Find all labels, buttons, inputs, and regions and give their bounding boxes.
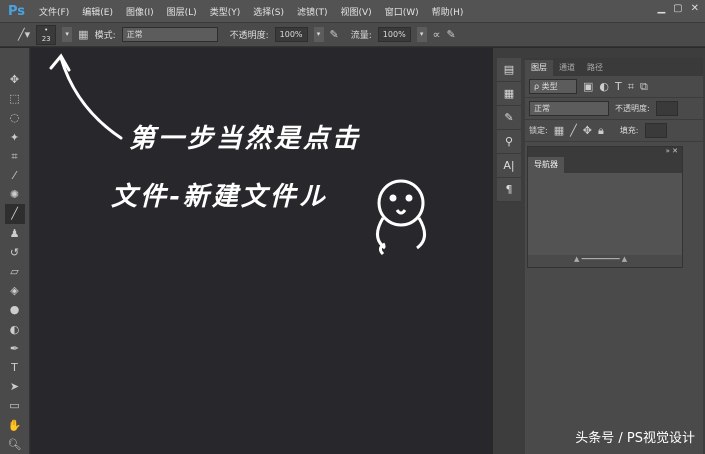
menu-layer[interactable]: 图层(L) [167,5,197,18]
clone-source-panel-icon[interactable]: ⚲ [497,130,521,154]
dodge-tool-icon[interactable]: ◐ [5,320,25,339]
menu-view[interactable]: 视图(V) [341,5,372,18]
zoom-tool-icon[interactable]: 🔍︎ [5,435,25,454]
fill-label: 填充: [619,126,639,135]
eyedropper-tool-icon[interactable]: ⁄ [5,166,25,185]
lock-image-icon[interactable]: ╱ [570,124,577,137]
marquee-tool-icon[interactable]: ⬚ [5,89,25,108]
navigator-collapse-icon[interactable]: » ✕ [528,147,682,157]
paragraph-panel-icon[interactable]: ¶ [497,178,521,202]
navigator-panel: » ✕ 导航器 ▲ ━━━━━━━━━ ▲ [527,146,683,268]
filter-smart-object-icon[interactable]: ⧉ [640,80,648,94]
photoshop-logo: Ps [8,3,26,19]
flow-label: 流量: [350,31,372,41]
tools-panel: ✥ ⬚ ◌ ✦ ⌗ ⁄ ✺ ╱ ♟ ↺ ▱ ◈ ● ◐ ✒ T ➤ ▭ ✋ 🔍︎ [0,48,30,454]
pressure-size-icon[interactable]: ✎ [447,28,456,41]
pen-tool-icon[interactable]: ✒ [5,339,25,358]
lasso-tool-icon[interactable]: ◌ [5,108,25,127]
panel-dock: ▤ ▦ ✎ ⚲ A| ¶ 图层 通道 路径 ρ 类型 ▣ ◐ T ⌗ ⧉ 正常 … [493,48,705,454]
tab-navigator[interactable]: 导航器 [528,157,564,173]
mode-select[interactable]: 正常 [121,27,218,42]
blur-tool-icon[interactable]: ● [5,300,25,319]
character-panel-icon[interactable]: A| [497,154,521,178]
flow-dropdown[interactable]: ▾ [416,27,427,42]
clone-stamp-tool-icon[interactable]: ♟ [5,224,25,243]
menu-select[interactable]: 选择(S) [253,5,284,18]
annotation-line-1: 第一步当然是点击 [129,124,362,154]
brush-panel-icon[interactable]: ▦ [78,28,88,41]
minimize-icon[interactable]: ▁ [657,3,665,14]
blend-mode-select[interactable]: 正常 [529,101,609,116]
layers-panel: 图层 通道 路径 ρ 类型 ▣ ◐ T ⌗ ⧉ 正常 不透明度: 锁定: ▦ ╱… [525,58,703,454]
annotation-line-2: 文件-新建文件ル [111,182,328,212]
pressure-opacity-icon[interactable]: ✎ [330,28,339,41]
brush-tool-icon[interactable]: ╱ [4,204,25,224]
lock-position-icon[interactable]: ✥ [583,124,592,137]
menu-edit[interactable]: 编辑(E) [82,5,113,18]
brush-size-value: 23 [41,34,51,43]
shape-tool-icon[interactable]: ▭ [5,396,25,415]
menu-file[interactable]: 文件(F) [39,5,69,18]
mode-label: 模式: [94,31,116,41]
tab-layers[interactable]: 图层 [525,60,553,76]
lock-label: 锁定: [529,126,548,135]
filter-shape-icon[interactable]: ⌗ [628,80,634,94]
brush-size-dropdown[interactable]: ▾ [62,27,73,42]
brush-size-picker[interactable]: • 23 [36,24,57,45]
history-brush-tool-icon[interactable]: ↺ [5,243,25,262]
close-icon[interactable]: ✕ [691,3,699,14]
eraser-tool-icon[interactable]: ▱ [5,262,25,281]
history-panel-icon[interactable]: ▤ [497,58,521,82]
menu-type[interactable]: 类型(Y) [210,5,241,18]
panel-icon-column: ▤ ▦ ✎ ⚲ A| ¶ [497,58,521,202]
cartoon-face-doodle [376,179,426,256]
brush-presets-panel-icon[interactable]: ✎ [497,106,521,130]
move-tool-icon[interactable]: ✥ [5,70,25,89]
airbrush-icon[interactable]: ∝ [433,28,441,41]
menu-image[interactable]: 图像(I) [126,5,154,18]
tab-paths[interactable]: 路径 [581,60,609,76]
brush-preset-icon[interactable]: ╱▾ [18,28,30,41]
filter-type-icon[interactable]: T [615,80,622,93]
magic-wand-tool-icon[interactable]: ✦ [5,128,25,147]
watermark: 头条号 / PS视觉设计 [575,431,695,446]
menu-window[interactable]: 窗口(W) [385,5,419,18]
hand-tool-icon[interactable]: ✋ [5,416,25,435]
navigator-zoom-slider[interactable]: ▲ ━━━━━━━━━ ▲ [528,255,682,267]
fill-input[interactable] [644,123,667,138]
opacity-label: 不透明度: [229,31,269,41]
opacity-input[interactable]: 100% [274,27,308,42]
canvas-area[interactable]: 第一步当然是点击 文件-新建文件ル [31,48,493,454]
layer-opacity-label: 不透明度: [615,104,650,113]
healing-brush-tool-icon[interactable]: ✺ [5,185,25,204]
type-tool-icon[interactable]: T [5,358,25,377]
lock-all-icon[interactable]: 🔒︎ [598,124,604,138]
layer-filter-select[interactable]: ρ 类型 [529,79,577,94]
maximize-icon[interactable]: ▢ [673,3,682,14]
menu-help[interactable]: 帮助(H) [432,5,464,18]
arrow-annotation [49,53,426,256]
properties-panel-icon[interactable]: ▦ [497,82,521,106]
tab-channels[interactable]: 通道 [553,60,581,76]
layer-opacity-input[interactable] [655,101,678,116]
opacity-dropdown[interactable]: ▾ [313,27,324,42]
path-selection-tool-icon[interactable]: ➤ [5,377,25,396]
crop-tool-icon[interactable]: ⌗ [5,147,25,166]
lock-transparent-icon[interactable]: ▦ [554,124,564,137]
flow-input[interactable]: 100% [377,27,411,42]
paint-bucket-tool-icon[interactable]: ◈ [5,281,25,300]
menu-bar: Ps 文件(F) 编辑(E) 图像(I) 图层(L) 类型(Y) 选择(S) 滤… [0,0,705,22]
filter-adjustment-icon[interactable]: ◐ [599,80,609,93]
filter-pixel-icon[interactable]: ▣ [583,80,593,93]
options-bar: ╱▾ • 23 ▾ ▦ 模式: 正常 不透明度: 100% ▾ ✎ 流量: 100… [0,22,705,47]
menu-filter[interactable]: 滤镜(T) [297,5,328,18]
